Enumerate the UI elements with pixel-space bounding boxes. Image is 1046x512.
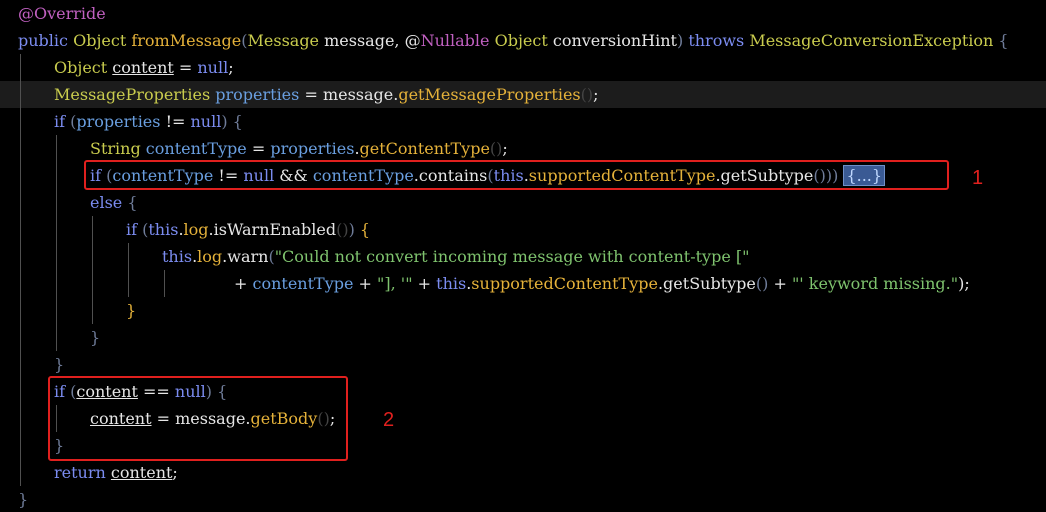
code-token: properties (215, 85, 300, 104)
code-token: Message (247, 31, 325, 50)
code-line[interactable]: } (18, 486, 28, 512)
annotation-box-1 (84, 160, 949, 190)
code-token: if (54, 112, 71, 131)
code-editor[interactable]: @Override public Object fromMessage(Mess… (0, 0, 1046, 512)
code-token: ; (502, 139, 508, 158)
code-token: MessageProperties (54, 85, 216, 104)
code-line[interactable]: String contentType = properties.getConte… (90, 135, 508, 162)
code-token: isWarnEnabled (213, 220, 337, 239)
code-line[interactable]: public Object fromMessage(Message messag… (18, 27, 1009, 54)
code-token: if (126, 220, 143, 239)
code-token: () (755, 274, 769, 293)
code-token: supportedContentType (471, 274, 658, 293)
code-token: + (768, 274, 792, 293)
code-line[interactable]: if (properties != null) { (54, 108, 243, 135)
indent-guide (56, 135, 57, 351)
code-line[interactable]: this.log.warn("Could not convert incomin… (162, 243, 749, 270)
code-token: "Could not convert incoming message with… (274, 247, 750, 266)
code-token: } (126, 301, 137, 320)
code-token: ; (593, 85, 599, 104)
code-token: + (353, 274, 378, 293)
code-line[interactable]: MessageProperties properties = message.g… (54, 81, 599, 108)
code-token: ) (348, 220, 360, 239)
code-token: Object (54, 58, 113, 77)
code-token: ; (172, 463, 178, 482)
code-token: this (148, 220, 179, 239)
code-token: properties (270, 139, 355, 158)
code-token: Nullable (420, 31, 495, 50)
code-token: = (173, 58, 198, 77)
code-token: != (160, 112, 191, 131)
code-line[interactable]: if (this.log.isWarnEnabled()) { (126, 216, 370, 243)
code-token: conversionHint (552, 31, 677, 50)
code-token: @ (404, 31, 421, 50)
code-token: String (90, 139, 146, 158)
code-token: this (162, 247, 193, 266)
code-token: @Override (18, 4, 106, 23)
code-line[interactable]: return content; (54, 459, 178, 486)
code-line[interactable]: @Override (18, 0, 106, 27)
code-token: { (998, 31, 1009, 50)
code-line[interactable]: else { (90, 189, 138, 216)
code-token: } (54, 355, 65, 374)
code-token: null (190, 112, 222, 131)
code-token: warn (227, 247, 269, 266)
code-token: this (436, 274, 467, 293)
code-token: { (232, 112, 243, 131)
code-token: "' keyword missing." (791, 274, 959, 293)
code-line[interactable]: Object content = null; (54, 54, 234, 81)
code-line[interactable]: + contentType + "], '" + this.supportedC… (234, 270, 970, 297)
code-line[interactable]: } (90, 324, 100, 351)
indent-guide (20, 54, 21, 486)
code-token: () (489, 139, 503, 158)
code-token: getSubtype (663, 274, 756, 293)
code-token: contentType (252, 274, 354, 293)
indent-guide (92, 216, 93, 324)
code-token: content (112, 58, 174, 77)
code-token: ) (676, 31, 689, 50)
code-token: log (183, 220, 209, 239)
indent-guide (128, 243, 129, 297)
code-token: message (322, 85, 394, 104)
code-token: ) (221, 112, 233, 131)
code-token: ); (958, 274, 970, 293)
code-token: Object (494, 31, 553, 50)
indent-guide (164, 270, 165, 297)
code-token: throws (688, 31, 750, 50)
code-token: } (90, 328, 101, 347)
annotation-box-2 (48, 376, 348, 461)
annotation-marker-1: 1 (972, 167, 984, 189)
code-token: public (18, 31, 74, 50)
code-token: getContentType (359, 139, 490, 158)
code-token: message, (324, 31, 405, 50)
code-token: "], '" (377, 274, 413, 293)
code-token: contentType (145, 139, 247, 158)
code-token: Object (73, 31, 132, 50)
code-token: () (336, 220, 349, 239)
code-line[interactable]: } (54, 351, 64, 378)
code-token: () (580, 85, 594, 104)
code-token: { (127, 193, 138, 212)
code-token: return (54, 463, 111, 482)
code-token: ; (228, 58, 234, 77)
code-line[interactable]: } (126, 297, 136, 324)
code-token: + (412, 274, 437, 293)
code-token: = (299, 85, 323, 104)
code-token: } (18, 490, 29, 509)
code-token: content (110, 463, 173, 482)
code-token: null (197, 58, 229, 77)
code-token: fromMessage (131, 31, 242, 50)
code-token: properties (76, 112, 161, 131)
code-token: { (359, 220, 371, 239)
code-token: log (197, 247, 223, 266)
code-token: else (90, 193, 128, 212)
annotation-marker-2: 2 (383, 409, 395, 431)
code-token: + (234, 274, 253, 293)
code-token: MessageConversionException (749, 31, 999, 50)
code-token: = (246, 139, 271, 158)
code-token: getMessageProperties (398, 85, 581, 104)
